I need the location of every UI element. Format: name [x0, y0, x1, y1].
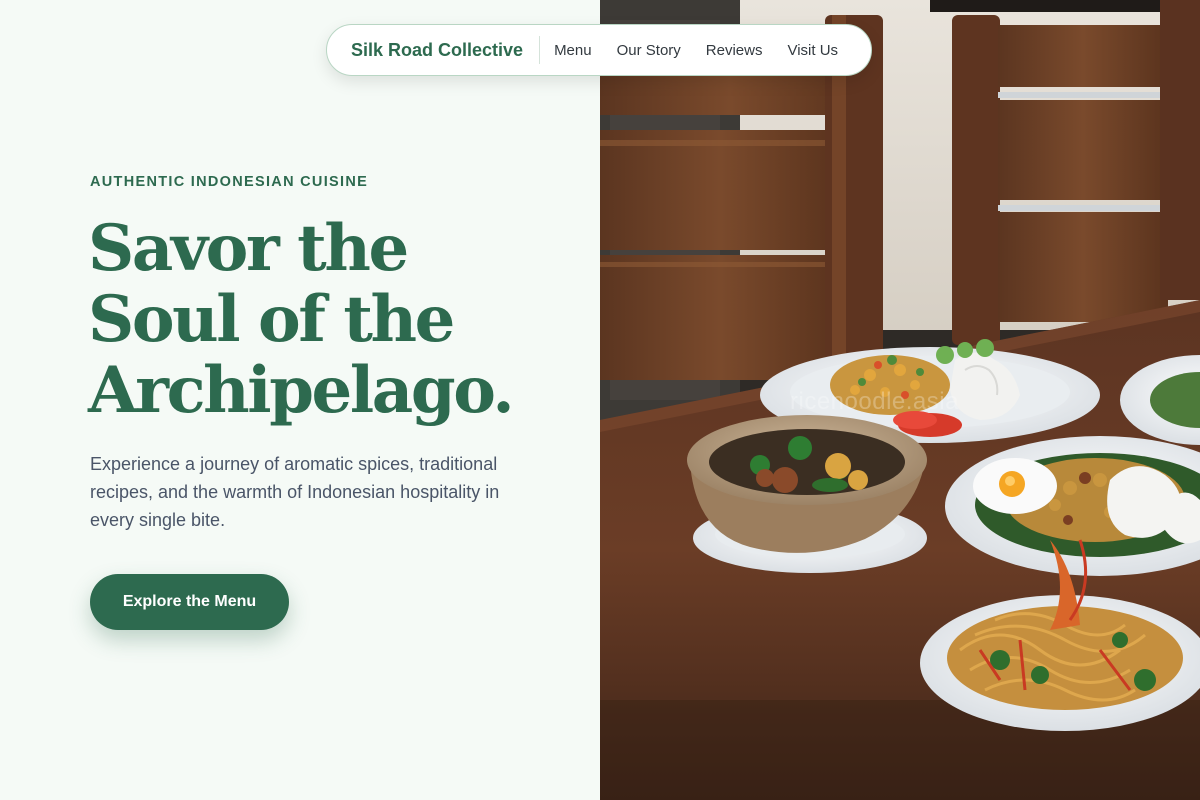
hero-photo: ricenoodle.asia	[600, 0, 1200, 800]
hero-section: AUTHENTIC INDONESIAN CUISINE Savor the S…	[0, 0, 600, 800]
headline-line: Soul of the	[88, 282, 455, 357]
brand-logo[interactable]: Silk Road Collective	[351, 40, 523, 61]
headline-line: Archipelago.	[88, 353, 515, 428]
hero-eyebrow: AUTHENTIC INDONESIAN CUISINE	[90, 174, 369, 190]
explore-menu-button[interactable]: Explore the Menu	[90, 574, 289, 630]
hero-description: Experience a journey of aromatic spices,…	[90, 454, 500, 530]
nav-link-our-story[interactable]: Our Story	[617, 42, 681, 59]
nav-links: Menu Our Story Reviews Visit Us	[554, 42, 838, 59]
nav-divider	[539, 36, 541, 64]
nav-link-menu[interactable]: Menu	[554, 42, 592, 59]
headline-line: Savor the	[88, 211, 409, 286]
hero-headline: Savor the Soul of the Archipelago.	[88, 213, 588, 426]
nav-link-visit-us[interactable]: Visit Us	[787, 42, 838, 59]
top-nav: Silk Road Collective Menu Our Story Revi…	[326, 24, 872, 76]
photo-watermark: ricenoodle.asia	[790, 388, 959, 415]
nav-link-reviews[interactable]: Reviews	[706, 42, 763, 59]
